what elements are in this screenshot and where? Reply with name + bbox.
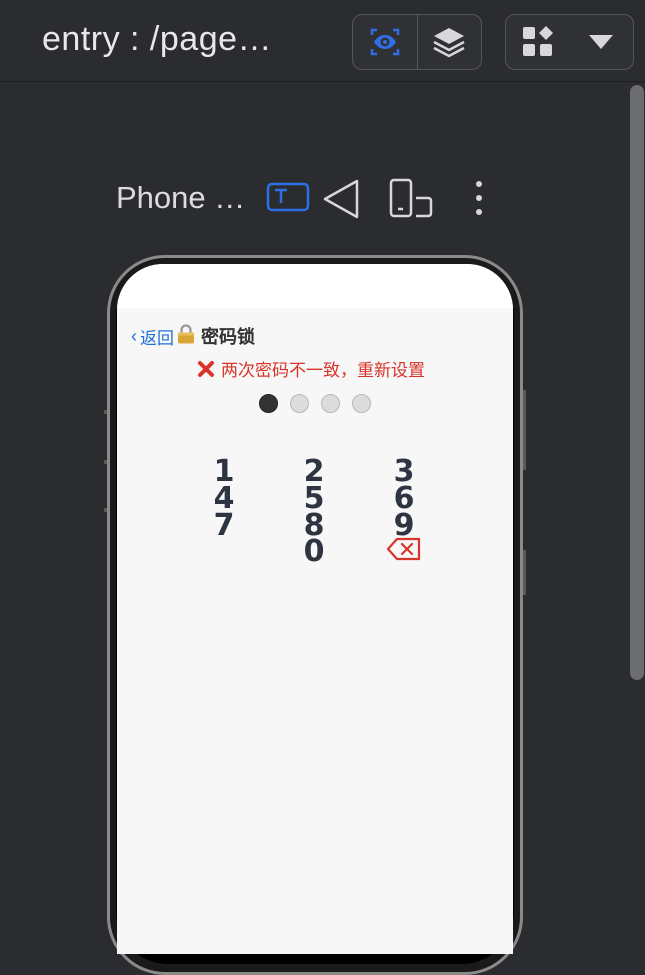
- view-toggle-group: [352, 14, 482, 70]
- key-7[interactable]: 7: [204, 511, 244, 541]
- side-button: [104, 410, 107, 414]
- widgets-icon: [522, 26, 553, 56]
- inspect-button[interactable]: [353, 15, 417, 69]
- backspace-icon: [386, 537, 421, 561]
- more-vertical-icon: [476, 181, 482, 215]
- top-bar: entry : /page…: [0, 0, 645, 82]
- device-toolbar: Phone …: [116, 176, 506, 220]
- device-name[interactable]: Phone …: [116, 180, 245, 216]
- key-9[interactable]: 9: [384, 511, 424, 541]
- text-box-button[interactable]: [266, 182, 310, 217]
- text-box-icon: [266, 182, 310, 212]
- vertical-scrollbar[interactable]: [630, 85, 644, 680]
- volume-button: [523, 390, 526, 470]
- page-title: entry : /page…: [42, 20, 273, 58]
- delete-key[interactable]: [384, 537, 424, 561]
- widgets-button[interactable]: [506, 15, 570, 69]
- layers-button[interactable]: [416, 15, 482, 69]
- layers-icon: [433, 28, 465, 58]
- device-rotate-icon: [389, 178, 433, 218]
- eye-scan-icon: [370, 28, 399, 56]
- dropdown-button[interactable]: [570, 15, 634, 69]
- triangle-back-icon: [323, 179, 359, 219]
- side-button: [104, 508, 107, 512]
- power-button: [523, 550, 526, 595]
- phone-screen: ‹ 返回 密码锁 两次密码不一致，重新设置 1 2 3 4 5 6 7 8 9 …: [117, 264, 513, 954]
- side-button: [104, 460, 107, 464]
- caret-down-icon: [589, 35, 614, 49]
- key-0[interactable]: 0: [294, 537, 334, 567]
- rotate-device-button[interactable]: [388, 178, 434, 225]
- widgets-group: [505, 14, 634, 70]
- back-nav-button[interactable]: [321, 178, 361, 225]
- more-options-button[interactable]: [468, 180, 490, 221]
- keypad: 1 2 3 4 5 6 7 8 9 0: [117, 264, 513, 664]
